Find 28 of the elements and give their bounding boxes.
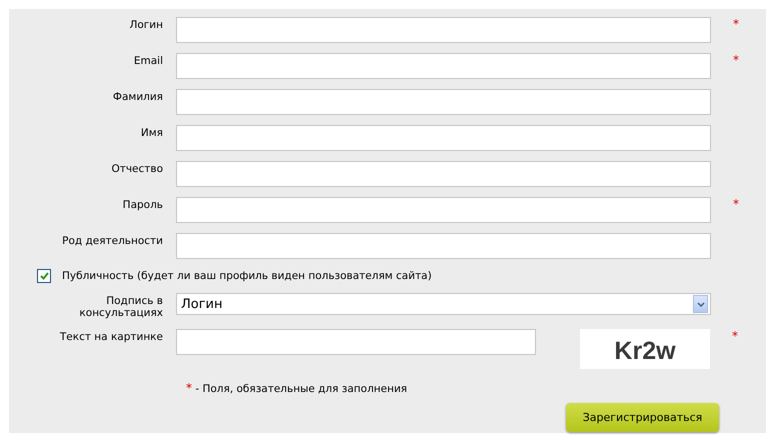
field-label: Пароль [122,198,163,211]
captcha-image: Kr2w [580,329,710,369]
required-legend: * - Поля, обязательные для заполнения [186,381,766,395]
text-field[interactable] [176,53,711,79]
checkbox-label: Публичность (будет ли ваш профиль виден пользователям сайта) [62,270,432,282]
field-label: Подпись в консультациях [78,294,163,319]
text-field[interactable] [176,329,536,355]
field-label: Email [132,54,163,67]
text-field[interactable] [176,197,711,223]
text-field[interactable] [176,161,711,187]
text-field[interactable] [176,17,711,43]
field-label: Текст на картинке [58,330,163,343]
required-mark: * [733,17,739,31]
select-field[interactable]: Логин [176,293,711,315]
required-mark: * [732,329,738,343]
field-label: Фамилия [112,90,163,103]
chevron-down-icon [696,302,704,306]
checkbox[interactable] [37,269,51,283]
required-mark: * [733,197,739,211]
required-mark: * [733,53,739,67]
field-label: Отчество [110,162,163,175]
field-label: Род деятельности [61,234,163,247]
register-button[interactable]: Зарегистрироваться [566,403,719,432]
field-label: Логин [128,18,163,31]
text-field[interactable] [176,125,711,151]
field-label: Имя [140,126,163,139]
text-field[interactable] [176,233,711,259]
text-field[interactable] [176,89,711,115]
